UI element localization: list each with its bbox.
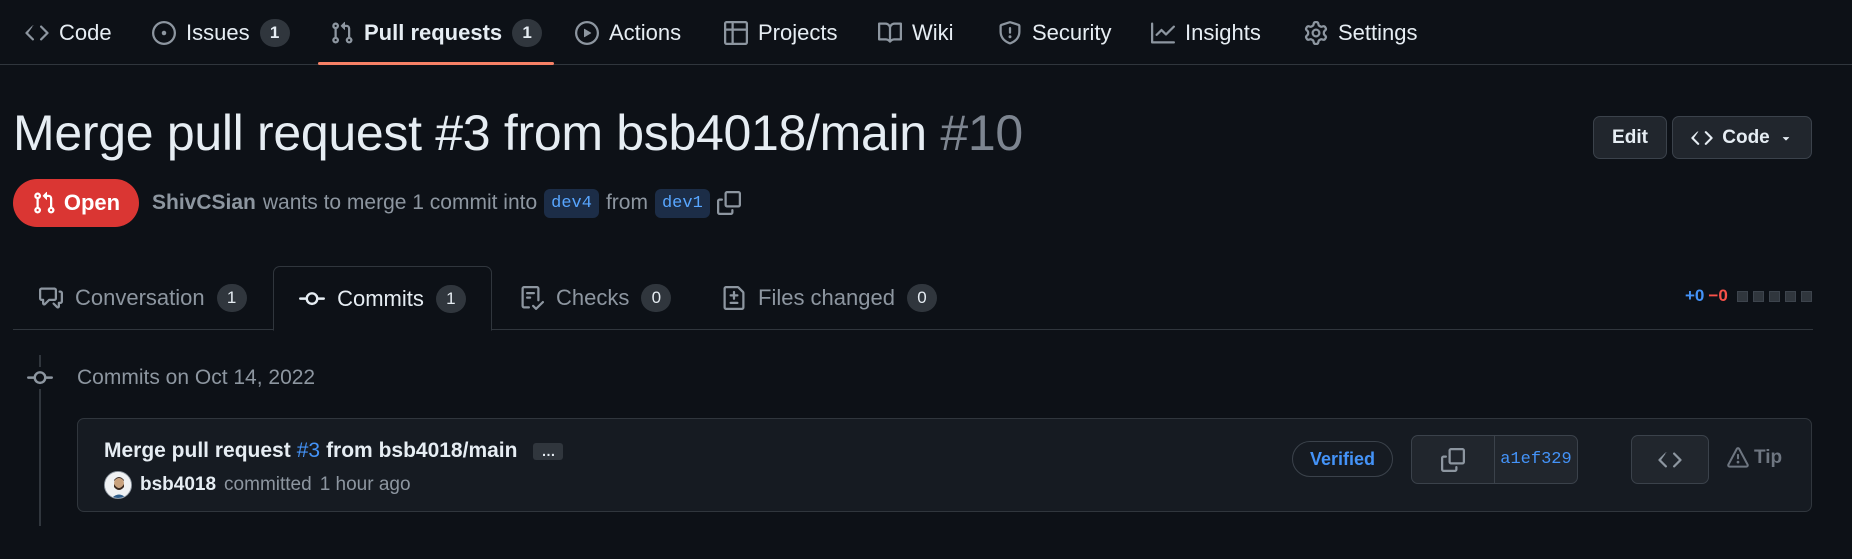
commit-sha-link[interactable]: a1ef329 (1495, 436, 1577, 483)
pr-author[interactable]: ShivCSian (152, 191, 256, 215)
expand-message-button[interactable]: … (533, 442, 564, 460)
avatar[interactable] (104, 471, 132, 499)
diffstat-block (1768, 290, 1780, 302)
nav-security[interactable]: Security (998, 0, 1111, 65)
copy-icon (1441, 447, 1465, 472)
nav-security-label: Security (1032, 19, 1112, 45)
shield-icon (998, 20, 1022, 45)
diffstat-added: +0 (1685, 286, 1705, 305)
tab-files-changed[interactable]: Files changed 0 (722, 266, 937, 330)
tab-conversation[interactable]: Conversation 1 (39, 266, 247, 330)
pr-title-text: Merge pull request #3 from bsb4018/main (13, 105, 927, 161)
nav-pull-requests-label: Pull requests (364, 19, 503, 45)
file-diff-icon (722, 286, 746, 310)
nav-actions-label: Actions (609, 19, 682, 45)
edit-button-label: Edit (1612, 126, 1648, 148)
diffstat-block (1784, 290, 1796, 302)
checklist-icon (520, 286, 544, 310)
triangle-down-icon (1779, 131, 1793, 145)
code-button-label: Code (1722, 126, 1770, 148)
nav-wiki[interactable]: Wiki (878, 0, 954, 65)
git-commit-icon (299, 286, 326, 312)
code-icon (1691, 127, 1713, 149)
nav-projects[interactable]: Projects (724, 0, 837, 65)
git-commit-icon (25, 367, 55, 389)
code-icon (1658, 448, 1682, 472)
play-icon (575, 20, 599, 45)
gear-icon (1304, 20, 1328, 45)
alert-triangle-icon (1727, 447, 1749, 469)
copy-icon[interactable] (716, 191, 741, 215)
tab-checks[interactable]: Checks 0 (520, 266, 672, 330)
nav-settings-label: Settings (1338, 19, 1418, 45)
commit-time[interactable]: 1 hour ago (320, 474, 411, 496)
nav-insights-label: Insights (1185, 19, 1261, 45)
diffstat-block (1800, 290, 1812, 302)
tip-label: Tip (1754, 447, 1783, 468)
commit-title[interactable]: Merge pull request #3 from bsb4018/main … (104, 439, 564, 463)
code-icon (25, 21, 49, 45)
pull-requests-counter: 1 (512, 18, 543, 47)
pr-meta: ShivCSian wants to merge 1 commit into d… (152, 186, 741, 220)
diffstat-block (1736, 290, 1748, 302)
tab-commits-label: Commits (337, 285, 424, 311)
nav-projects-label: Projects (758, 19, 838, 45)
base-branch[interactable]: dev4 (544, 188, 599, 218)
issues-counter: 1 (259, 18, 290, 47)
verified-badge[interactable]: Verified (1292, 441, 1393, 477)
tab-files-changed-label: Files changed (758, 285, 895, 310)
browse-repo-button[interactable] (1631, 435, 1709, 484)
copy-sha-button[interactable] (1412, 436, 1495, 483)
commit-title-prefix[interactable]: Merge pull request (104, 439, 291, 463)
pr-state-badge: Open (13, 179, 139, 227)
nav-issues[interactable]: Issues 1 (152, 0, 290, 65)
pr-tabs: Conversation 1 Commits 1 Checks 0 Files … (13, 266, 1813, 331)
pr-merge-text: wants to merge 1 commit into (262, 191, 538, 214)
diffstat-block (1752, 290, 1764, 302)
table-icon (724, 20, 748, 45)
diffstat-removed: −0 (1708, 286, 1728, 305)
pr-number: #10 (940, 105, 1023, 161)
nav-insights[interactable]: Insights (1151, 0, 1261, 65)
commit-author[interactable]: bsb4018 (140, 474, 216, 496)
tab-commits[interactable]: Commits 1 (273, 266, 492, 331)
issue-opened-icon (152, 20, 176, 45)
book-icon (878, 21, 902, 45)
diffstat: +0 −0 (1685, 286, 1812, 306)
pr-from-text: from (605, 191, 648, 214)
head-branch[interactable]: dev1 (654, 188, 710, 218)
commit-sha-group: a1ef329 (1411, 435, 1578, 484)
pr-title: Merge pull request #3 from bsb4018/main … (13, 104, 1023, 162)
git-pull-request-icon (32, 191, 56, 215)
repo-nav: Code Issues 1 Pull requests 1 Actions Pr… (0, 0, 1852, 65)
commit-pr-link[interactable]: #3 (297, 439, 320, 463)
commit-action: committed (224, 474, 312, 495)
comment-discussion-icon (39, 286, 63, 310)
commit-title-suffix[interactable]: from bsb4018/main (326, 439, 517, 463)
git-pull-request-icon (330, 21, 354, 45)
commits-date-heading: Commits on Oct 14, 2022 (77, 366, 316, 389)
graph-icon (1151, 21, 1175, 45)
tab-checks-label: Checks (556, 285, 630, 310)
tab-files-changed-counter: 0 (906, 284, 937, 312)
tab-conversation-counter: 1 (216, 284, 247, 312)
tab-conversation-label: Conversation (75, 285, 205, 310)
commit-meta: bsb4018 committed 1 hour ago (104, 469, 411, 501)
nav-issues-label: Issues (186, 19, 250, 45)
nav-pull-requests[interactable]: Pull requests 1 (317, 0, 555, 65)
tab-checks-counter: 0 (641, 284, 672, 312)
nav-code-label: Code (59, 19, 112, 45)
nav-wiki-label: Wiki (912, 19, 954, 45)
commit-list-item: Merge pull request #3 from bsb4018/main … (77, 418, 1812, 512)
nav-code[interactable]: Code (25, 0, 112, 65)
nav-actions[interactable]: Actions (575, 0, 681, 65)
pr-state-label: Open (63, 190, 121, 215)
nav-settings[interactable]: Settings (1304, 0, 1418, 65)
tip[interactable]: Tip (1727, 447, 1782, 469)
edit-button[interactable]: Edit (1593, 116, 1667, 159)
code-dropdown-button[interactable]: Code (1672, 116, 1812, 159)
tab-commits-counter: 1 (435, 284, 466, 313)
